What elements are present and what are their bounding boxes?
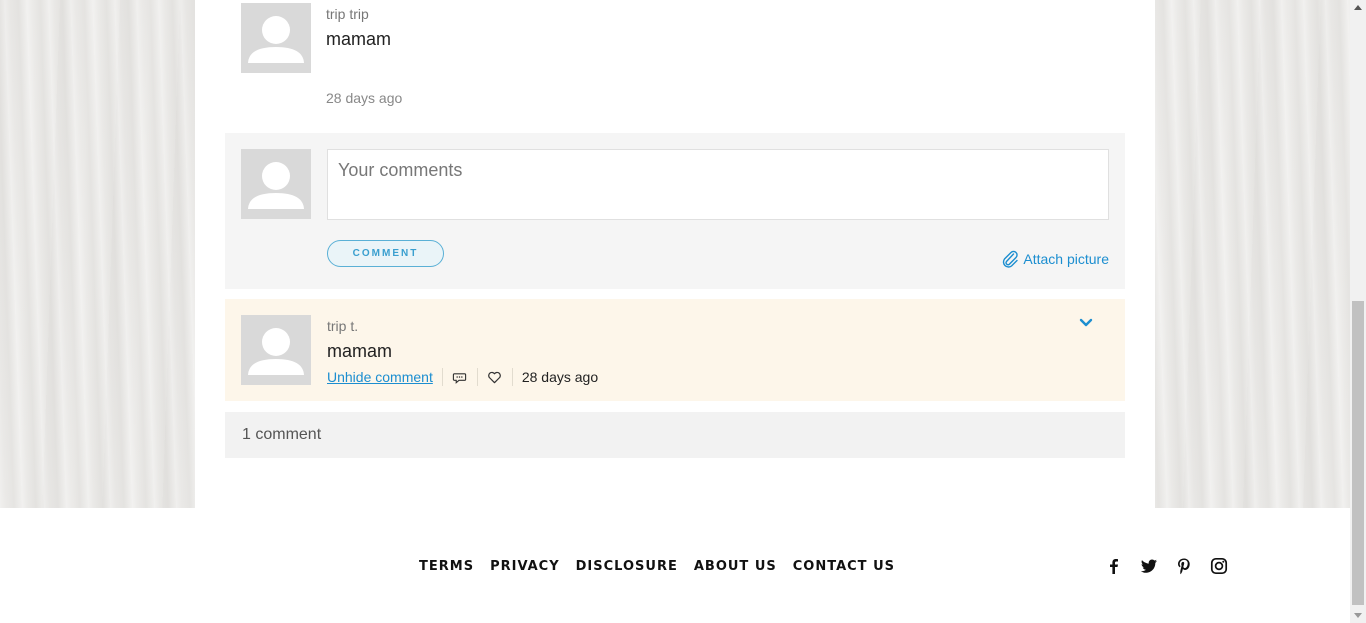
user-placeholder-icon xyxy=(241,3,311,73)
comment-timestamp: 28 days ago xyxy=(521,369,599,385)
comment-input[interactable] xyxy=(327,149,1109,220)
facebook-icon[interactable] xyxy=(1104,556,1124,576)
comment-actions: Unhide comment 28 days ago xyxy=(327,367,598,387)
footer: TERMS PRIVACY DISCLOSURE ABOUT US CONTAC… xyxy=(0,508,1350,623)
unhide-comment-link[interactable]: Unhide comment xyxy=(327,369,433,385)
attach-picture-link[interactable]: Attach picture xyxy=(1001,249,1109,269)
instagram-icon[interactable] xyxy=(1209,556,1229,576)
footer-link-disclosure[interactable]: DISCLOSURE xyxy=(576,559,678,574)
comment-text: mamam xyxy=(327,341,393,361)
comments-section: trip trip mamam 28 days ago COMMENT Atta… xyxy=(195,0,1155,508)
scrollbar[interactable] xyxy=(1350,0,1366,623)
divider xyxy=(511,368,513,386)
hidden-comment: trip t. mamam Unhide comment 28 days ago xyxy=(225,299,1125,401)
user-placeholder-icon xyxy=(241,149,311,219)
twitter-icon[interactable] xyxy=(1139,556,1159,576)
footer-link-contact-us[interactable]: CONTACT US xyxy=(793,559,895,574)
heart-icon[interactable] xyxy=(487,369,503,385)
comment-timestamp: 28 days ago xyxy=(326,90,403,106)
comment-button[interactable]: COMMENT xyxy=(327,240,444,267)
footer-nav: TERMS PRIVACY DISCLOSURE ABOUT US CONTAC… xyxy=(411,559,903,574)
comment-author: trip t. xyxy=(327,318,359,334)
avatar xyxy=(241,149,311,219)
scroll-down-arrow-icon[interactable] xyxy=(1354,613,1362,618)
divider xyxy=(441,368,443,386)
divider xyxy=(476,368,478,386)
user-placeholder-icon xyxy=(241,315,311,385)
comment-author: trip trip xyxy=(326,6,369,22)
footer-link-terms[interactable]: TERMS xyxy=(419,559,474,574)
paperclip-icon xyxy=(1003,250,1019,268)
scrollbar-thumb[interactable] xyxy=(1352,301,1364,605)
reply-icon[interactable] xyxy=(452,369,468,385)
scroll-up-arrow-icon[interactable] xyxy=(1354,5,1362,10)
chevron-down-icon[interactable] xyxy=(1078,315,1094,331)
comment-text: mamam xyxy=(326,29,392,49)
comment-compose-box: COMMENT Attach picture xyxy=(225,133,1125,289)
attach-picture-label: Attach picture xyxy=(1023,251,1109,267)
footer-link-privacy[interactable]: PRIVACY xyxy=(490,559,560,574)
avatar xyxy=(241,3,311,73)
avatar xyxy=(241,315,311,385)
pinterest-icon[interactable] xyxy=(1174,556,1194,576)
comment-count: 1 comment xyxy=(225,412,1125,458)
social-links xyxy=(1104,556,1244,576)
footer-link-about-us[interactable]: ABOUT US xyxy=(694,559,777,574)
